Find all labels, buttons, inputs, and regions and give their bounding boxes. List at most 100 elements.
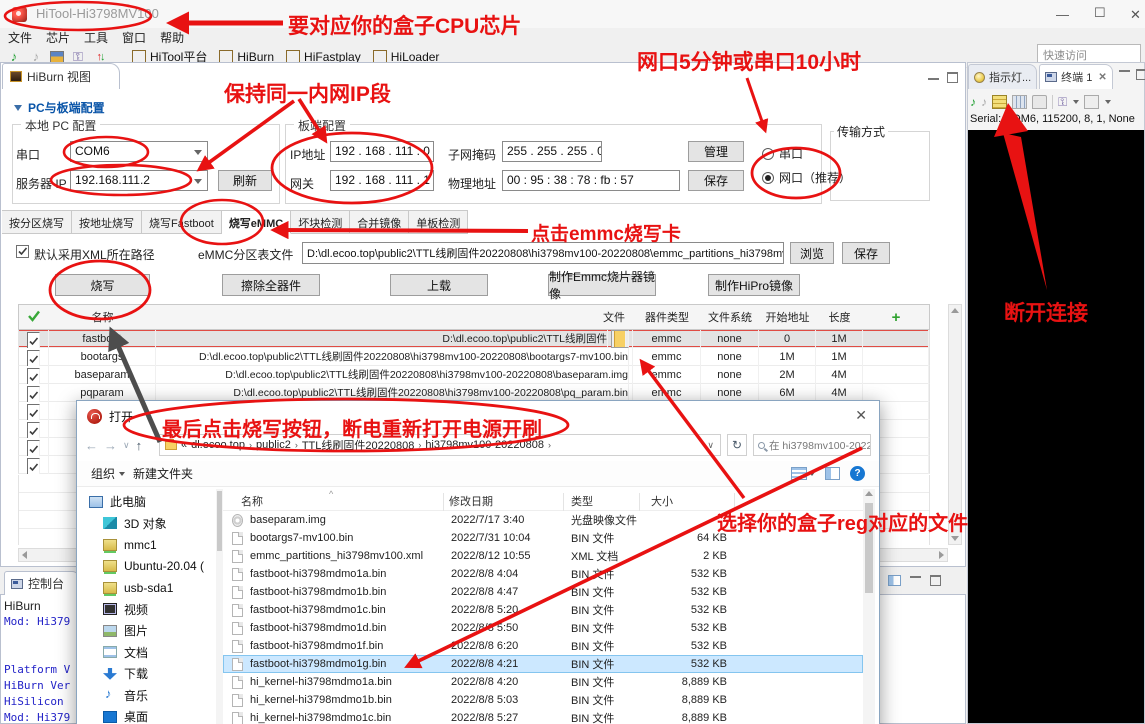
menu-item[interactable]: 帮助 [160, 29, 184, 46]
sidebar-item[interactable]: 图片 [85, 620, 216, 642]
organize-button[interactable]: 组织 [91, 465, 125, 482]
right-panel-maximize-icon[interactable] [1136, 69, 1145, 80]
burn-tab[interactable]: 烧写Fastboot [142, 210, 222, 234]
vertical-scrollbar[interactable] [948, 304, 962, 545]
console-minimize-icon[interactable] [910, 576, 921, 586]
subnet-input[interactable]: 255 . 255 . 255 . 0 [502, 141, 602, 162]
burn-tab[interactable]: 按分区烧写 [2, 210, 72, 234]
sidebar-item[interactable]: 此电脑 [85, 491, 216, 513]
refresh-icon[interactable]: ↻ [727, 434, 747, 456]
row-checkbox[interactable] [27, 458, 40, 474]
partition-row[interactable]: baseparam D:\dl.ecoo.top\public2\TTL线刷固件… [18, 366, 930, 384]
file-row[interactable]: hi_kernel-hi3798mdmo1a.bin 2022/8/8 4:20… [223, 673, 863, 691]
row-checkbox[interactable] [27, 350, 40, 366]
right-panel-minimize-icon[interactable] [1119, 70, 1130, 80]
help-icon[interactable]: ? [850, 466, 865, 481]
terminal-scrollback-icon[interactable] [1012, 95, 1027, 109]
file-row[interactable]: fastboot-hi3798mdmo1d.bin 2022/8/8 5:50 … [223, 619, 863, 637]
action-button[interactable]: 制作HiPro镜像 [708, 274, 800, 296]
menu-item[interactable]: 文件 [8, 29, 32, 46]
back-icon[interactable]: ← [85, 438, 98, 453]
forward-icon[interactable]: → [104, 438, 117, 453]
tab-console[interactable]: 控制台 [4, 571, 80, 595]
menu-item[interactable]: 芯片 [46, 29, 70, 46]
file-row[interactable]: fastboot-hi3798mdmo1c.bin 2022/8/8 5:20 … [223, 601, 863, 619]
row-checkbox[interactable] [27, 440, 40, 456]
column-type[interactable]: 类型 [571, 493, 593, 509]
breadcrumb-segment[interactable]: dl.ecoo.top › [191, 437, 252, 453]
menu-item[interactable]: 工具 [84, 29, 108, 46]
sidebar-scrollbar[interactable] [216, 489, 223, 724]
sidebar-item[interactable]: 文档 [85, 642, 216, 664]
manage-button[interactable]: 管理 [688, 141, 744, 162]
column-name[interactable]: 名称 [241, 493, 263, 509]
up-icon[interactable]: ↑ [136, 438, 143, 453]
close-button[interactable]: ✕ [1130, 8, 1141, 21]
file-row[interactable]: fastboot-hi3798mdmo1b.bin 2022/8/8 4:47 … [223, 583, 863, 601]
burn-tab[interactable]: 烧写eMMC [222, 210, 291, 234]
file-row[interactable]: bootargs7-mv100.bin 2022/7/31 10:04 BIN … [223, 529, 863, 547]
view-maximize-icon[interactable] [947, 72, 958, 83]
minimize-button[interactable]: — [1056, 8, 1069, 21]
file-row[interactable]: fastboot-hi3798mdmo1f.bin 2022/8/8 6:20 … [223, 637, 863, 655]
file-row[interactable]: hi_kernel-hi3798mdmo1b.bin 2022/8/8 5:03… [223, 691, 863, 709]
terminal-settings-icon[interactable] [992, 95, 1007, 109]
sidebar-item[interactable]: 3D 对象 [85, 513, 216, 535]
xml-path-input[interactable]: D:\dl.ecoo.top\public2\TTL线刷固件20220808\h… [302, 242, 784, 264]
refresh-button[interactable]: 刷新 [218, 170, 272, 191]
row-checkbox[interactable] [27, 386, 40, 402]
menu-item[interactable]: 窗口 [122, 29, 146, 46]
radio-serial[interactable]: 串口 [762, 145, 803, 162]
action-button[interactable]: 烧写 [55, 274, 150, 296]
sidebar-item[interactable]: mmc1 [85, 534, 216, 556]
console-maximize-icon[interactable] [930, 575, 941, 586]
breadcrumb-segment[interactable]: TTL线刷固件20220808 › [302, 437, 422, 453]
maximize-button[interactable]: ☐ [1094, 6, 1106, 19]
file-row[interactable]: emmc_partitions_hi3798mv100.xml 2022/8/1… [223, 547, 863, 565]
partition-row[interactable]: bootargs D:\dl.ecoo.top\public2\TTL线刷固件2… [18, 348, 930, 366]
file-list-scrollbar[interactable] [863, 489, 875, 724]
xml-default-path-checkbox[interactable] [16, 245, 29, 258]
action-button[interactable]: 擦除全器件 [222, 274, 320, 296]
server-ip-combo[interactable]: 192.168.111.2 [70, 170, 208, 191]
sidebar-item[interactable]: 下载 [85, 663, 216, 685]
sidebar-item[interactable]: 音乐 [85, 685, 216, 707]
mac-input[interactable]: 00 : 95 : 38 : 78 : fb : 57 [502, 170, 680, 191]
burn-tab[interactable]: 合并镜像 [350, 210, 409, 234]
burn-tab[interactable]: 坏块检测 [291, 210, 350, 234]
search-input[interactable]: 在 hi3798mv100-2022080... [753, 434, 871, 456]
burn-tab[interactable]: 单板检测 [409, 210, 468, 234]
action-button[interactable]: 制作Emmc烧片器镜像 [548, 274, 656, 296]
column-date[interactable]: 修改日期 [449, 493, 493, 509]
section-pc-board-config[interactable]: PC与板端配置 [14, 99, 105, 116]
board-ip-input[interactable]: 192 . 168 . 111 . 0 [330, 141, 434, 162]
file-row[interactable]: fastboot-hi3798mdmo1g.bin 2022/8/8 4:21 … [223, 655, 863, 673]
radio-network[interactable]: 网口（推荐） [762, 169, 851, 186]
terminal-connect-icon[interactable]: ♪ [970, 95, 976, 109]
xml-save-button[interactable]: 保存 [842, 242, 890, 264]
row-checkbox[interactable] [27, 332, 40, 348]
terminal-tab-close-icon[interactable]: ✕ [1098, 72, 1106, 83]
dialog-close-icon[interactable]: ✕ [855, 408, 867, 422]
row-checkbox[interactable] [27, 404, 40, 420]
breadcrumb-segment[interactable]: hi3798mv100-20220808 › [425, 437, 551, 453]
sidebar-item[interactable]: Ubuntu-20.04 ( [85, 556, 216, 578]
row-checkbox[interactable] [27, 368, 40, 384]
burn-tab[interactable]: 按地址烧写 [72, 210, 142, 234]
terminal-lock-icon[interactable] [1032, 95, 1047, 109]
breadcrumb[interactable]: « dl.ecoo.top › public2 › [159, 434, 721, 456]
file-row[interactable]: hi_kernel-hi3798mdmo1c.bin 2022/8/8 5:27… [223, 709, 863, 724]
sidebar-item[interactable]: 桌面 [85, 706, 216, 724]
view-mode-button[interactable] [791, 467, 815, 480]
row-checkbox[interactable] [27, 422, 40, 438]
file-row[interactable]: baseparam.img 2022/7/17 3:40 光盘映像文件 [223, 511, 863, 529]
board-save-button[interactable]: 保存 [688, 170, 744, 191]
recent-locations-icon[interactable]: ∨ [123, 440, 130, 451]
cell-browse-button[interactable] [611, 330, 629, 348]
preview-pane-icon[interactable] [825, 467, 840, 480]
tab-indicator-lights[interactable]: 指示灯... [968, 64, 1037, 89]
view-minimize-icon[interactable] [928, 78, 939, 88]
browse-button[interactable]: 浏览 [790, 242, 834, 264]
breadcrumb-segment[interactable]: public2 › [256, 437, 298, 453]
tab-terminal-1[interactable]: 终端 1 ✕ [1039, 64, 1113, 89]
